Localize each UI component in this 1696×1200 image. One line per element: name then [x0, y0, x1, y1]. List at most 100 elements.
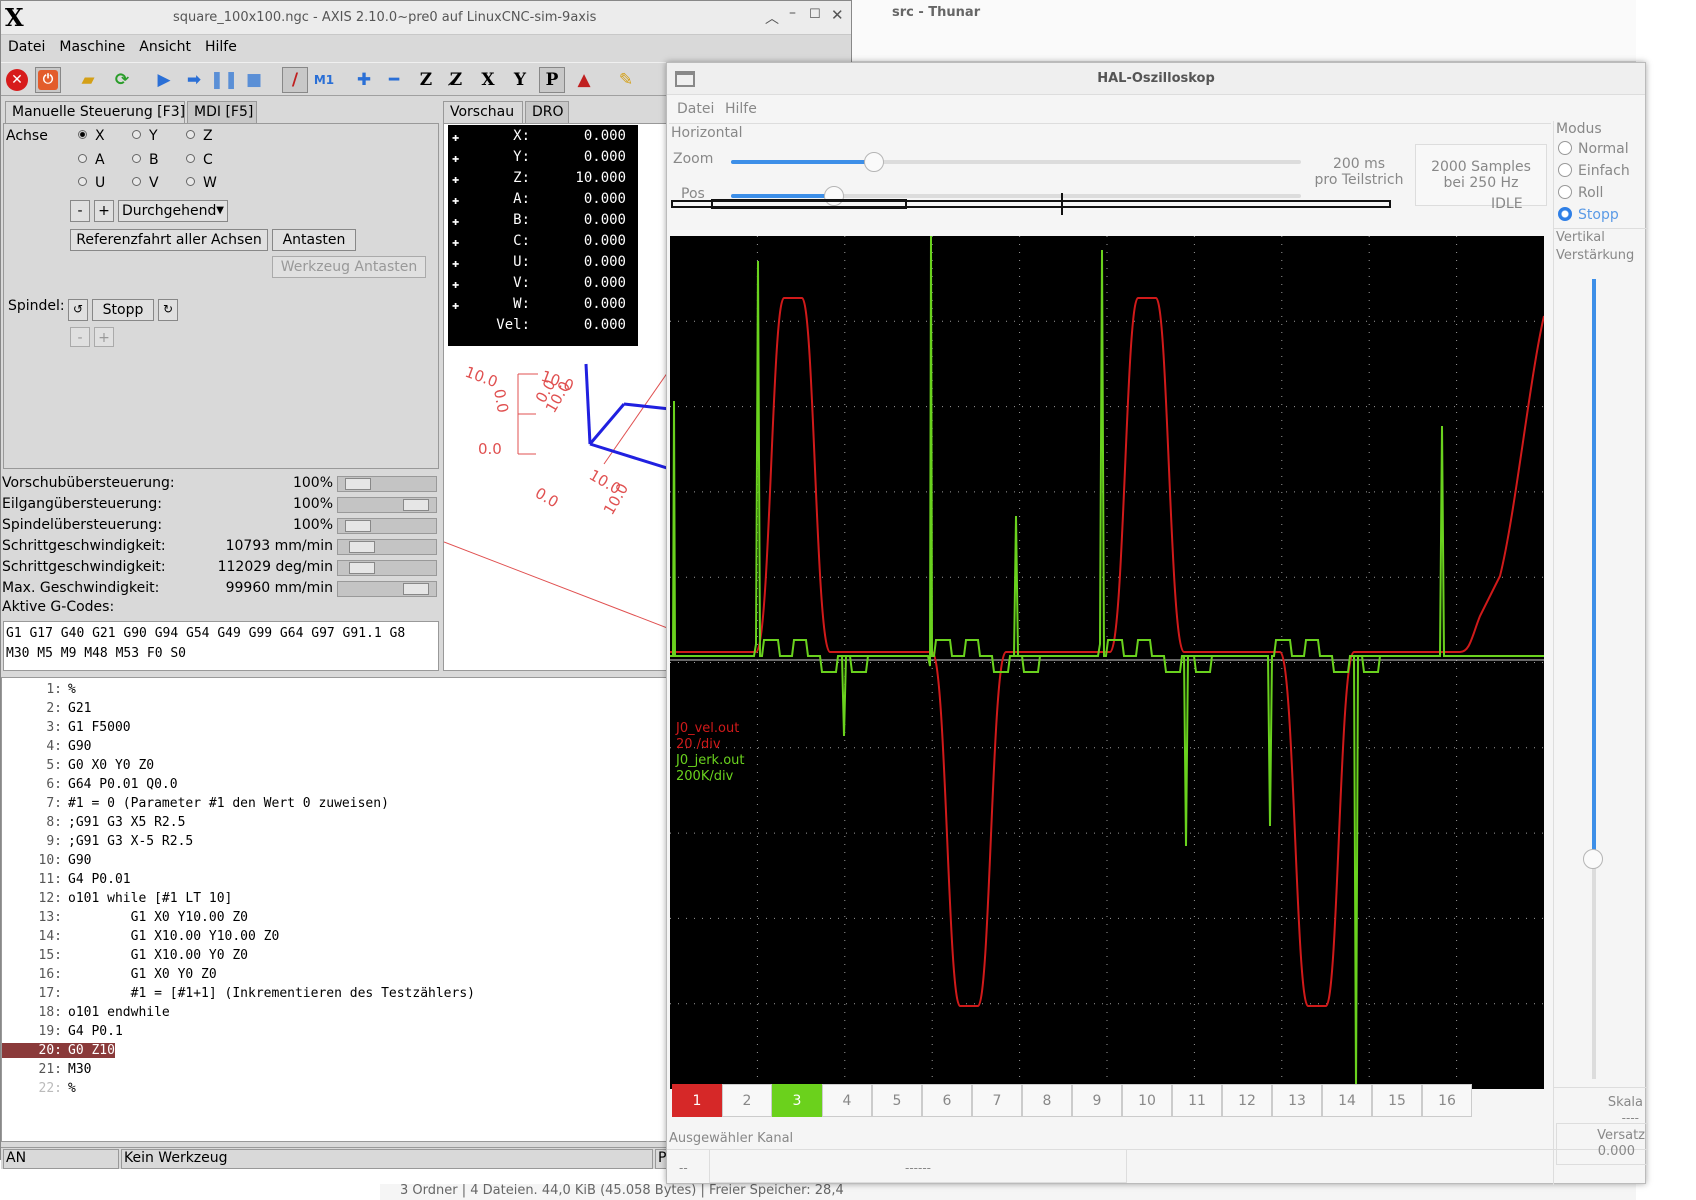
radio-axis-u[interactable]: U [78, 175, 105, 191]
radio-axis-b[interactable]: B [132, 152, 159, 168]
view-x-icon[interactable]: X [475, 67, 501, 93]
channel-2-button[interactable]: 2 [722, 1084, 772, 1117]
axis-titlebar[interactable]: X square_100x100.ngc - AXIS 2.10.0~pre0 … [1, 1, 851, 35]
override-slider[interactable] [337, 497, 437, 513]
pause-icon[interactable]: ❚❚ [210, 67, 239, 93]
channel-11-button[interactable]: 11 [1172, 1084, 1222, 1117]
spindle-ccw-icon[interactable]: ↺ [68, 299, 88, 321]
zoom-slider[interactable] [731, 152, 1301, 172]
override-slider-knob[interactable] [403, 583, 429, 595]
override-slider[interactable] [337, 476, 437, 492]
view-p-icon[interactable]: P [539, 67, 565, 93]
override-slider-knob[interactable] [345, 520, 371, 532]
code-line[interactable]: 12: o101 while [#1 LT 10] [2, 891, 233, 910]
override-slider[interactable] [337, 560, 437, 576]
estop-icon[interactable]: ✕ [4, 67, 30, 93]
code-line[interactable]: 4: G90 [2, 739, 91, 758]
mode-single-radio[interactable]: Einfach [1558, 163, 1630, 179]
channel-12-button[interactable]: 12 [1222, 1084, 1272, 1117]
view-z-icon[interactable]: Z [413, 67, 439, 93]
clear-plot-icon[interactable]: ✎ [613, 67, 639, 93]
code-line[interactable]: 20: G0 Z10 [2, 1043, 115, 1062]
radio-axis-a[interactable]: A [78, 152, 105, 168]
menu-datei[interactable]: Datei [1, 35, 52, 55]
step-icon[interactable]: ➡ [181, 67, 207, 93]
scope-titlebar[interactable]: HAL-Oszilloskop [667, 63, 1645, 95]
channel-10-button[interactable]: 10 [1122, 1084, 1172, 1117]
scope-display[interactable]: J0_vel.out 20 /div J0_jerk.out 200K/div [670, 236, 1544, 1089]
chevron-up-icon[interactable]: ︿ [765, 8, 779, 28]
override-slider[interactable] [337, 581, 437, 597]
jog-minus-button[interactable]: - [70, 200, 90, 222]
home-all-button[interactable]: Referenzfahrt aller Achsen [70, 229, 268, 251]
run-icon[interactable]: ▶ [151, 67, 177, 93]
code-line[interactable]: 18: o101 endwhile [2, 1005, 170, 1024]
radio-axis-x[interactable]: X [78, 128, 105, 144]
rotate-icon[interactable]: ▲ [571, 67, 597, 93]
code-line[interactable]: 13: G1 X0 Y10.00 Z0 [2, 910, 249, 929]
code-line[interactable]: 3: G1 F5000 [2, 720, 130, 739]
spindle-stop-button[interactable]: Stopp [92, 299, 154, 321]
gain-slider[interactable] [1583, 279, 1603, 1079]
selected-channel-field[interactable]: ------ [709, 1149, 1127, 1183]
code-line[interactable]: 9: ;G91 G3 X-5 R2.5 [2, 834, 193, 853]
menu-ansicht[interactable]: Ansicht [132, 35, 198, 55]
radio-axis-c[interactable]: C [186, 152, 213, 168]
override-slider[interactable] [337, 518, 437, 534]
code-line[interactable]: 21: M30 [2, 1062, 92, 1081]
scope-menu-hilfe[interactable]: Hilfe [725, 101, 757, 117]
samples-button[interactable]: 2000 Samples bei 250 Hz [1415, 144, 1547, 206]
reload-icon[interactable]: ⟳ [109, 67, 135, 93]
radio-axis-y[interactable]: Y [132, 128, 158, 144]
channel-8-button[interactable]: 8 [1022, 1084, 1072, 1117]
view-y-icon[interactable]: Y [507, 67, 533, 93]
channel-9-button[interactable]: 9 [1072, 1084, 1122, 1117]
mode-stop-radio[interactable]: Stopp [1558, 207, 1619, 223]
channel-3-button[interactable]: 3 [772, 1084, 822, 1117]
close-icon[interactable]: ✕ [831, 6, 844, 24]
code-line[interactable]: 14: G1 X10.00 Y10.00 Z0 [2, 929, 280, 948]
code-line[interactable]: 17: #1 = [#1+1] (Inkrementieren des Test… [2, 986, 475, 1005]
code-line[interactable]: 1:% [2, 682, 75, 701]
jog-mode-select[interactable]: Durchgehend ▼ [118, 200, 228, 222]
menu-hilfe[interactable]: Hilfe [198, 35, 244, 55]
channel-1-button[interactable]: 1 [672, 1084, 722, 1117]
block-delete-icon[interactable]: / [282, 67, 308, 93]
spindle-plus-button[interactable]: + [94, 327, 114, 347]
spindle-minus-button[interactable]: - [70, 327, 90, 347]
maximize-icon[interactable]: ☐ [809, 7, 821, 22]
code-line[interactable]: 11: G4 P0.01 [2, 872, 131, 891]
channel-5-button[interactable]: 5 [872, 1084, 922, 1117]
radio-axis-v[interactable]: V [132, 175, 159, 191]
code-line[interactable]: 2: G21 [2, 701, 91, 720]
override-slider-knob[interactable] [403, 499, 429, 511]
view-z2-icon[interactable]: Z̸ [443, 67, 469, 93]
channel-15-button[interactable]: 15 [1372, 1084, 1422, 1117]
code-line[interactable]: 16: G1 X0 Y0 Z0 [2, 967, 217, 986]
code-line[interactable]: 19: G4 P0.1 [2, 1024, 123, 1043]
radio-axis-z[interactable]: Z [186, 128, 213, 144]
channel-6-button[interactable]: 6 [922, 1084, 972, 1117]
offset-button[interactable]: Versatz 0.000 [1556, 1123, 1648, 1165]
channel-13-button[interactable]: 13 [1272, 1084, 1322, 1117]
tab-mdi[interactable]: MDI [F5] [187, 101, 257, 123]
gain-slider-knob[interactable] [1583, 849, 1603, 869]
code-line[interactable]: 8: ;G91 G3 X5 R2.5 [2, 815, 185, 834]
mode-normal-radio[interactable]: Normal [1558, 141, 1629, 157]
channel-16-button[interactable]: 16 [1422, 1084, 1472, 1117]
tab-preview[interactable]: Vorschau [443, 101, 523, 124]
override-slider[interactable] [337, 539, 437, 555]
open-file-icon[interactable]: ▰ [75, 67, 101, 93]
spindle-cw-icon[interactable]: ↻ [158, 299, 178, 321]
tab-manual-control[interactable]: Manuelle Steuerung [F3] [5, 101, 185, 124]
override-slider-knob[interactable] [349, 562, 375, 574]
channel-14-button[interactable]: 14 [1322, 1084, 1372, 1117]
stop-icon[interactable]: ■ [241, 67, 267, 93]
override-slider-knob[interactable] [345, 478, 371, 490]
code-line[interactable]: 5: G0 X0 Y0 Z0 [2, 758, 154, 777]
touch-off-button[interactable]: Antasten [272, 229, 356, 251]
tool-touch-off-button[interactable]: Werkzeug Antasten [272, 256, 426, 278]
power-icon[interactable]: ⏻ [35, 67, 61, 93]
zoom-slider-knob[interactable] [863, 152, 884, 172]
optional-stop-icon[interactable]: M1 [311, 67, 337, 93]
